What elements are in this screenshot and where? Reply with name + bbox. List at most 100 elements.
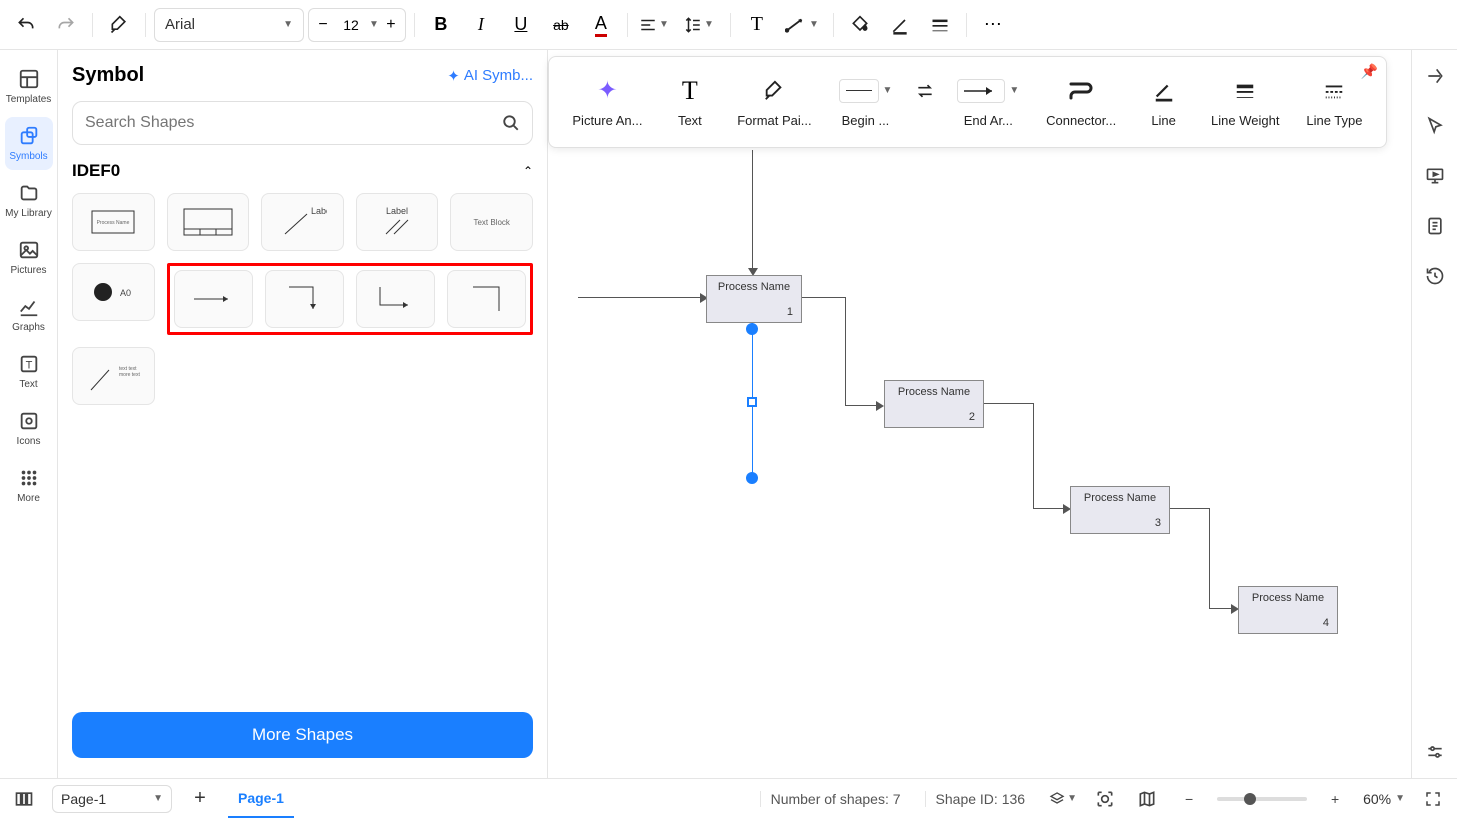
connector[interactable] bbox=[1033, 508, 1065, 509]
ctx-picture-annotation[interactable]: ✦ Picture An... bbox=[563, 77, 652, 128]
shape-label-1[interactable]: Label bbox=[261, 193, 344, 251]
history-icon[interactable] bbox=[1423, 264, 1447, 288]
zoom-slider-handle[interactable] bbox=[1244, 793, 1256, 805]
more-shapes-button[interactable]: More Shapes bbox=[72, 712, 533, 758]
bottom-bar: Page-1 ▼ + Page-1 Number of shapes: 7 Sh… bbox=[0, 778, 1457, 818]
connector[interactable] bbox=[578, 297, 700, 298]
ctx-text[interactable]: T Text bbox=[660, 77, 720, 128]
rail-templates[interactable]: Templates bbox=[5, 60, 53, 113]
underline-button[interactable]: U bbox=[503, 7, 539, 43]
rail-more[interactable]: More bbox=[5, 459, 53, 512]
fullscreen-button[interactable] bbox=[1419, 785, 1447, 813]
presentation-icon[interactable] bbox=[1423, 164, 1447, 188]
connector[interactable] bbox=[1209, 608, 1233, 609]
bold-button[interactable]: B bbox=[423, 7, 459, 43]
ctx-connector-type[interactable]: Connector... bbox=[1037, 77, 1126, 128]
ctx-line-type[interactable]: Line Type bbox=[1297, 77, 1372, 128]
search-shapes-box[interactable] bbox=[72, 101, 533, 145]
rail-graphs[interactable]: Graphs bbox=[5, 288, 53, 341]
pin-icon[interactable]: 📌 bbox=[1361, 63, 1378, 80]
redo-button[interactable] bbox=[48, 7, 84, 43]
cursor-icon[interactable] bbox=[1423, 114, 1447, 138]
chevron-down-icon: ▼ bbox=[809, 19, 819, 30]
add-page-button[interactable]: + bbox=[186, 785, 214, 813]
ctx-begin-arrow[interactable]: ▼ Begin ... bbox=[829, 77, 902, 128]
collapse-right-icon[interactable] bbox=[1423, 64, 1447, 88]
category-header[interactable]: IDEF0 ⌃ bbox=[72, 161, 533, 181]
separator bbox=[627, 13, 628, 37]
rail-pictures[interactable]: Pictures bbox=[5, 231, 53, 284]
shape-title-block[interactable] bbox=[167, 193, 250, 251]
pages-overview-button[interactable] bbox=[10, 785, 38, 813]
connector[interactable] bbox=[845, 297, 846, 405]
shape-label-2[interactable]: Label bbox=[356, 193, 439, 251]
selection-endpoint[interactable] bbox=[746, 323, 758, 335]
shape-text-block[interactable]: Text Block bbox=[450, 193, 533, 251]
text-tool-button[interactable]: T bbox=[739, 7, 775, 43]
line-style-button[interactable] bbox=[922, 7, 958, 43]
selection-midpoint[interactable] bbox=[747, 397, 757, 407]
layers-button[interactable]: ▼ bbox=[1049, 785, 1077, 813]
shape-corner[interactable] bbox=[447, 270, 526, 328]
connector[interactable] bbox=[1209, 508, 1210, 608]
rail-text[interactable]: T Text bbox=[5, 345, 53, 398]
connector[interactable] bbox=[845, 405, 879, 406]
connector[interactable] bbox=[802, 297, 846, 298]
zoom-in-button[interactable]: + bbox=[1321, 785, 1349, 813]
zoom-value[interactable]: 60%▼ bbox=[1363, 791, 1405, 807]
line-spacing-button[interactable]: ▼ bbox=[676, 7, 722, 43]
rail-symbols[interactable]: Symbols bbox=[5, 117, 53, 170]
italic-button[interactable]: I bbox=[463, 7, 499, 43]
line-color-button[interactable] bbox=[882, 7, 918, 43]
ctx-format-painter[interactable]: Format Pai... bbox=[728, 77, 821, 128]
fill-button[interactable] bbox=[842, 7, 878, 43]
connector[interactable] bbox=[984, 403, 1034, 404]
connector[interactable] bbox=[1033, 403, 1034, 509]
page-selector[interactable]: Page-1 ▼ bbox=[52, 785, 172, 813]
zoom-slider[interactable] bbox=[1217, 797, 1307, 801]
shape-arrow-down-right[interactable] bbox=[265, 270, 344, 328]
font-family-select[interactable]: Arial ▼ bbox=[154, 8, 304, 42]
selection-endpoint[interactable] bbox=[746, 472, 758, 484]
ctx-line-weight[interactable]: Line Weight bbox=[1202, 77, 1289, 128]
canvas-content[interactable]: Process Name 1 Process Name 2 bbox=[548, 50, 1411, 778]
focus-button[interactable] bbox=[1091, 785, 1119, 813]
connector[interactable] bbox=[1170, 508, 1210, 509]
decrease-font-button[interactable]: − bbox=[313, 15, 333, 35]
search-icon[interactable] bbox=[502, 114, 520, 132]
shape-arrow-straight[interactable] bbox=[174, 270, 253, 328]
rail-my-library[interactable]: My Library bbox=[5, 174, 53, 227]
ctx-line-color[interactable]: Line bbox=[1134, 77, 1194, 128]
shape-text-arrow[interactable]: text textmore text bbox=[72, 347, 155, 405]
canvas-area[interactable]: 📌 ✦ Picture An... T Text Format Pai... ▼… bbox=[548, 50, 1411, 778]
zoom-out-button[interactable]: − bbox=[1175, 785, 1203, 813]
undo-button[interactable] bbox=[8, 7, 44, 43]
notes-icon[interactable] bbox=[1423, 214, 1447, 238]
shape-process-box[interactable]: Process Name bbox=[72, 193, 155, 251]
ctx-end-arrow[interactable]: ▼ End Ar... bbox=[948, 77, 1029, 128]
shape-a0-node[interactable]: A0 bbox=[72, 263, 155, 321]
connector[interactable] bbox=[752, 150, 753, 268]
process-box-1[interactable]: Process Name 1 bbox=[706, 275, 802, 323]
more-options-button[interactable]: ⋯ bbox=[975, 7, 1011, 43]
rail-icons[interactable]: Icons bbox=[5, 402, 53, 455]
font-size-value[interactable]: 12 bbox=[335, 17, 367, 33]
shape-arrow-right-down[interactable] bbox=[356, 270, 435, 328]
increase-font-button[interactable]: + bbox=[381, 15, 401, 35]
font-color-button[interactable]: A bbox=[583, 7, 619, 43]
connector-tool-button[interactable]: ▼ bbox=[779, 7, 825, 43]
ctx-swap-arrows[interactable] bbox=[910, 77, 940, 128]
align-button[interactable]: ▼ bbox=[636, 7, 672, 43]
process-box-2[interactable]: Process Name 2 bbox=[884, 380, 984, 428]
search-input[interactable] bbox=[85, 114, 502, 132]
page-tab-active[interactable]: Page-1 bbox=[228, 779, 294, 818]
ai-symbol-button[interactable]: ✦ AI Symb... bbox=[447, 67, 533, 85]
chevron-down-icon[interactable]: ▼ bbox=[369, 19, 379, 30]
rail-label: Icons bbox=[17, 436, 41, 447]
process-box-4[interactable]: Process Name 4 bbox=[1238, 586, 1338, 634]
strikethrough-button[interactable]: ab bbox=[543, 7, 579, 43]
map-button[interactable] bbox=[1133, 785, 1161, 813]
format-painter-button[interactable] bbox=[101, 7, 137, 43]
settings-toggle-icon[interactable] bbox=[1423, 740, 1447, 764]
process-box-3[interactable]: Process Name 3 bbox=[1070, 486, 1170, 534]
